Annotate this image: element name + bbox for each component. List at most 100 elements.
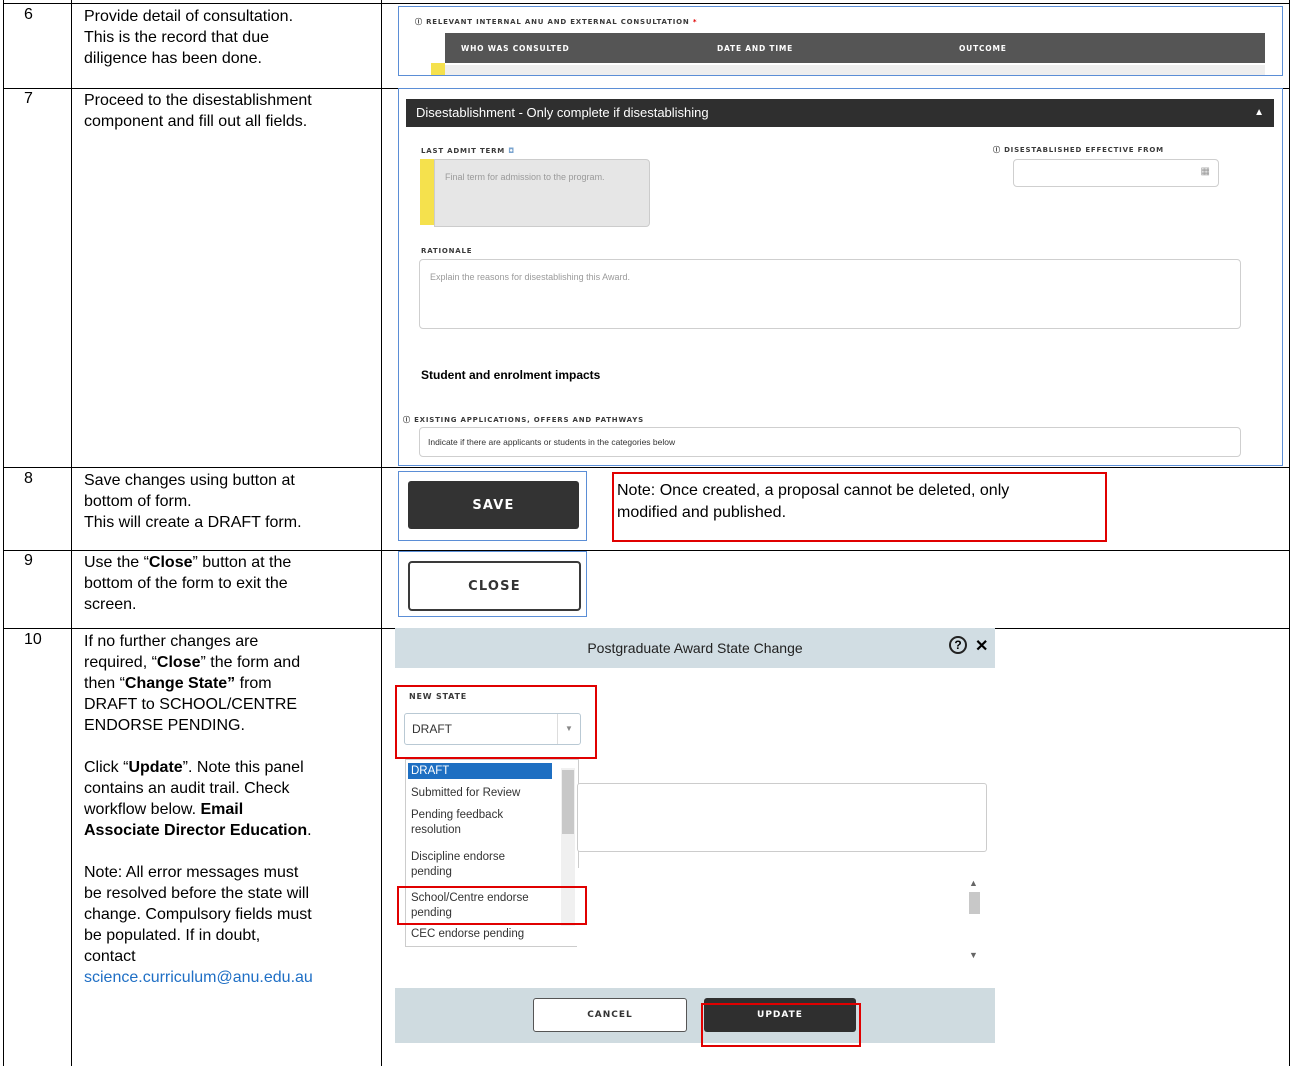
- cancel-button[interactable]: CANCEL: [533, 998, 687, 1032]
- state-option[interactable]: Discipline endorse: [411, 850, 557, 864]
- effective-from-label-text: DISESTABLISHED EFFECTIVE FROM: [1004, 146, 1164, 154]
- scroll-up-icon[interactable]: ▲: [969, 878, 978, 888]
- row-line-top: [3, 3, 1290, 4]
- row-line-9: [3, 550, 1290, 551]
- instruction-line: Save changes using button at: [84, 472, 295, 489]
- row-instruction: Proceed to the disestablishment componen…: [84, 90, 374, 132]
- table-border-right: [1289, 0, 1290, 628]
- table-divider-num: [71, 0, 72, 1066]
- instruction-line: This will create a DRAFT form.: [84, 514, 302, 531]
- instruction-line: Use the “Close” button at the: [84, 552, 374, 573]
- comment-textarea[interactable]: [577, 783, 987, 852]
- state-option[interactable]: DRAFT: [411, 764, 557, 778]
- info-icon: ⓘ: [993, 146, 1001, 154]
- help-icon[interactable]: ?: [949, 636, 967, 654]
- instruction-line: screen.: [84, 596, 137, 613]
- instruction-line: bottom of the form to exit the: [84, 575, 288, 592]
- audit-trail-panel: ▲ ▼: [577, 868, 985, 968]
- row-line-8: [3, 467, 1290, 468]
- instruction-text: from: [235, 675, 272, 692]
- consultation-input-row[interactable]: [445, 65, 1265, 75]
- instruction-bold: Email: [200, 801, 244, 818]
- required-marker: *: [692, 18, 698, 26]
- last-admit-label-text: LAST ADMIT TERM: [421, 147, 506, 155]
- scrollbar-thumb[interactable]: [562, 770, 574, 834]
- effective-from-label: ⓘ DISESTABLISHED EFFECTIVE FROM: [993, 145, 1164, 155]
- table-divider-instr: [381, 0, 382, 1066]
- instruction-text: ”. Note this panel: [182, 759, 304, 776]
- close-icon[interactable]: ✕: [975, 636, 988, 656]
- instruction-line: required, “Close” the form and: [84, 652, 374, 673]
- instruction-line: bottom of form.: [84, 493, 192, 510]
- info-icon: ⓘ: [403, 416, 411, 424]
- state-option[interactable]: Submitted for Review: [411, 786, 557, 800]
- instruction-text: Use the “: [84, 554, 149, 571]
- email-link[interactable]: science.curriculum@anu.edu.au: [84, 967, 374, 988]
- instruction-text: ” button at the: [192, 554, 292, 571]
- instruction-line: Provide detail of consultation.: [84, 8, 294, 25]
- instruction-line: be populated. If in doubt,: [84, 927, 261, 944]
- effective-from-date-field[interactable]: ▦: [1013, 159, 1219, 187]
- instruction-spacer: [84, 736, 374, 757]
- col-outcome: OUTCOME: [959, 44, 1007, 53]
- instruction-line: Note: All error messages must: [84, 864, 299, 881]
- last-admit-label: LAST ADMIT TERM ◘: [421, 147, 515, 155]
- disestablishment-header[interactable]: Disestablishment - Only complete if dise…: [406, 99, 1274, 127]
- scrollbar-thumb[interactable]: [969, 892, 980, 914]
- instruction-text: .: [307, 822, 312, 839]
- instruction-bold: Associate Director Education: [84, 822, 308, 839]
- state-option[interactable]: CEC endorse pending: [411, 927, 557, 941]
- info-icon: ⓘ: [415, 18, 423, 26]
- instruction-line: Click “Update”. Note this panel: [84, 757, 374, 778]
- state-option[interactable]: Pending feedback: [411, 808, 557, 822]
- consultation-header: WHO WAS CONSULTED DATE AND TIME OUTCOME: [445, 33, 1265, 63]
- audit-scrollbar[interactable]: ▲ ▼: [967, 878, 981, 964]
- instruction-line: contains an audit trail. Check: [84, 780, 290, 797]
- state-option[interactable]: resolution: [411, 823, 557, 837]
- new-state-highlight: [395, 685, 597, 759]
- update-highlight: [701, 1003, 861, 1047]
- note-line: Note: Once created, a proposal cannot be…: [617, 482, 1010, 499]
- row-instruction: Save changes using button at bottom of f…: [84, 470, 374, 533]
- note-line: modified and published.: [617, 504, 787, 521]
- row-instruction: Provide detail of consultation. This is …: [84, 6, 374, 69]
- instruction-line: contact: [84, 948, 136, 965]
- note-box: Note: Once created, a proposal cannot be…: [612, 472, 1107, 542]
- instruction-bold: Close: [148, 554, 193, 571]
- close-button[interactable]: CLOSE: [408, 561, 581, 611]
- state-option[interactable]: pending: [411, 865, 557, 879]
- existing-label-text: EXISTING APPLICATIONS, OFFERS AND PATHWA…: [414, 416, 644, 424]
- rationale-label: RATIONALE: [421, 247, 473, 255]
- calendar-icon[interactable]: ▦: [1201, 166, 1210, 177]
- scroll-down-icon[interactable]: ▼: [969, 950, 978, 960]
- instruction-bold: Change State”: [124, 675, 236, 692]
- instruction-spacer: [84, 841, 374, 862]
- collapse-icon[interactable]: ▲: [1254, 107, 1264, 118]
- last-admit-term-field[interactable]: Final term for admission to the program.: [434, 159, 650, 227]
- instruction-line: Associate Director Education.: [84, 820, 374, 841]
- dialog-title: Postgraduate Award State Change: [587, 640, 803, 656]
- instruction-line: then “Change State” from: [84, 673, 374, 694]
- save-button[interactable]: SAVE: [408, 481, 579, 529]
- school-option-highlight: [397, 886, 587, 925]
- required-indicator: [420, 159, 434, 225]
- instruction-text: required, “: [84, 654, 157, 671]
- table-border-right-lower: [1289, 628, 1290, 1066]
- rationale-placeholder: Explain the reasons for disestablishing …: [430, 272, 630, 282]
- instruction-line: Proceed to the disestablishment: [84, 92, 312, 109]
- row-number: 7: [24, 90, 33, 107]
- instruction-line: component and fill out all fields.: [84, 113, 308, 130]
- row-number: 6: [24, 6, 33, 23]
- instruction-text: Click “: [84, 759, 129, 776]
- existing-applications-field[interactable]: Indicate if there are applicants or stud…: [419, 427, 1241, 457]
- row-instruction: Use the “Close” button at the bottom of …: [84, 552, 374, 615]
- last-admit-placeholder: Final term for admission to the program.: [445, 172, 605, 182]
- dialog-footer: CANCEL UPDATE: [395, 988, 995, 1043]
- rationale-field[interactable]: Explain the reasons for disestablishing …: [419, 259, 1241, 329]
- instruction-bold: Close: [156, 654, 201, 671]
- instruction-bold: Update: [128, 759, 183, 776]
- existing-applications-text: Indicate if there are applicants or stud…: [428, 437, 676, 447]
- instruction-line: be resolved before the state will: [84, 885, 310, 902]
- row-instruction: If no further changes are required, “Clo…: [84, 631, 374, 988]
- instruction-text: ” the form and: [200, 654, 301, 671]
